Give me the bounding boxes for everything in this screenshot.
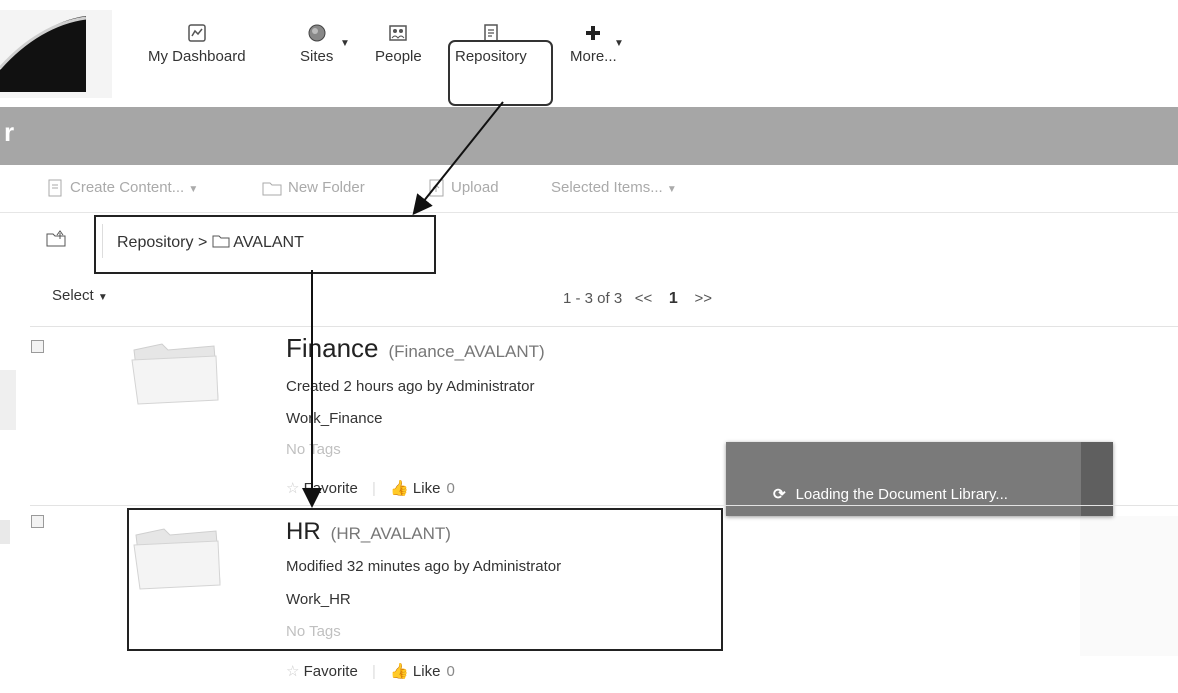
arrow-to-breadcrumb bbox=[412, 101, 504, 216]
annotation-arrows bbox=[302, 101, 504, 508]
